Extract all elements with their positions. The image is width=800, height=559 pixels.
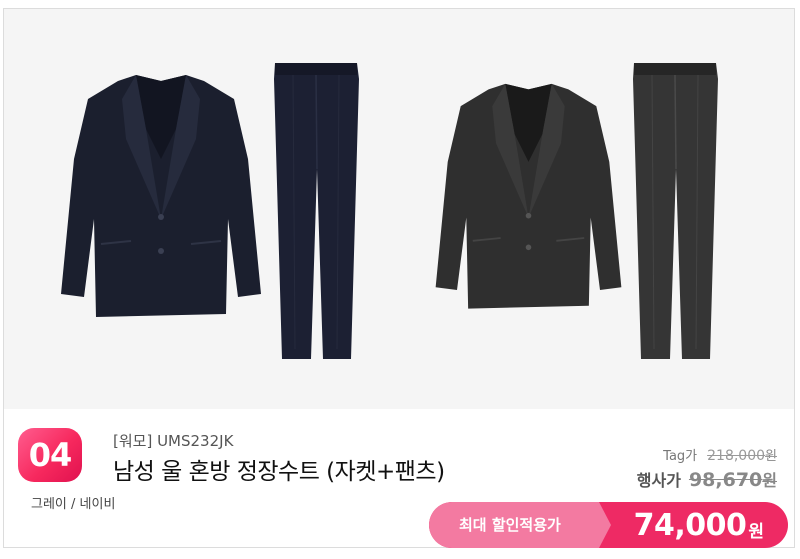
- event-price-value: 98,670: [688, 469, 763, 491]
- event-price-currency: 원: [762, 471, 777, 490]
- discount-price-currency: 원: [748, 521, 764, 542]
- event-price: 98,670원: [689, 467, 777, 491]
- event-price-row: 행사가 98,670원: [637, 467, 777, 491]
- event-price-label: 행사가: [636, 471, 681, 490]
- product-name[interactable]: 남성 울 혼방 정장수트 (자켓+팬츠): [113, 452, 445, 486]
- tag-price-value: 218,000: [707, 448, 766, 464]
- tag-price-currency: 원: [765, 449, 777, 464]
- navy-suit-pants-icon: [274, 63, 359, 359]
- discount-price: 74,000 원: [634, 502, 764, 548]
- gray-suit-jacket-icon: [435, 83, 622, 309]
- product-photo[interactable]: [4, 9, 794, 409]
- discount-price-pill[interactable]: 최대 할인적용가 74,000 원: [429, 502, 788, 548]
- tag-price-row: Tag가 218,000원: [663, 445, 777, 464]
- navy-suit-jacket-icon: [61, 75, 261, 317]
- tag-price-label: Tag가: [663, 449, 698, 464]
- tag-price: 218,000원: [707, 445, 777, 464]
- rank-badge: 04: [18, 428, 82, 482]
- gray-suit-pants-icon: [633, 63, 718, 359]
- product-card[interactable]: 04 [워모] UMS232JK 남성 울 혼방 정장수트 (자켓+팬츠) 그레…: [3, 8, 795, 548]
- brand-code: [워모] UMS232JK: [113, 432, 234, 450]
- discount-price-value: 74,000: [633, 507, 747, 543]
- discount-label: 최대 할인적용가: [459, 516, 561, 534]
- color-options: 그레이 / 네이비: [31, 497, 116, 512]
